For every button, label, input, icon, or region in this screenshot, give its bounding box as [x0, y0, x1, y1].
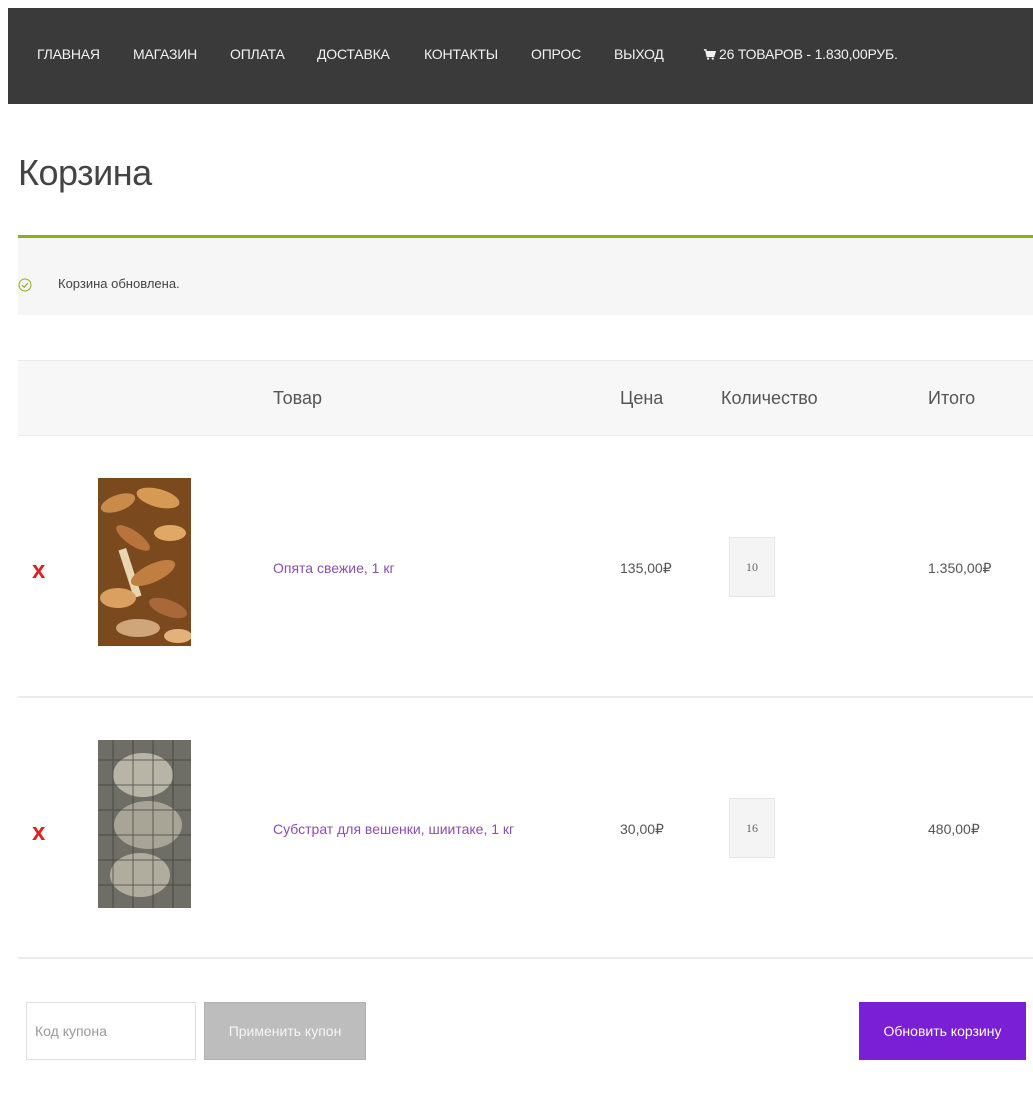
product-price: 30,00₽ [620, 821, 664, 837]
header-total: Итого [928, 388, 976, 408]
cart-icon [703, 48, 716, 60]
nav-item-shop[interactable]: МАГАЗИН [133, 46, 197, 62]
line-total: 480,00₽ [928, 821, 980, 837]
product-name-link[interactable]: Субстрат для вешенки, шиитаке, 1 кг [273, 821, 514, 837]
quantity-input[interactable]: 16 [729, 798, 775, 858]
update-cart-button[interactable]: Обновить корзину [859, 1002, 1026, 1060]
nav-item-delivery[interactable]: ДОСТАВКА [317, 46, 390, 62]
notice-text: Корзина обновлена. [58, 276, 180, 291]
page-title: Корзина [18, 152, 152, 193]
nav-item-contacts[interactable]: КОНТАКТЫ [424, 46, 498, 62]
header-price: Цена [620, 388, 664, 408]
cart-summary: 26 ТОВАРОВ - 1.830,00РУБ. [719, 46, 898, 62]
remove-item-button[interactable]: x [32, 559, 45, 583]
cart-row: x Субстрат для вешенки, шиитаке, 1 кг 30… [18, 698, 1033, 956]
top-nav: ГЛАВНАЯ МАГАЗИН ОПЛАТА ДОСТАВКА КОНТАКТЫ… [8, 8, 1033, 104]
row-divider [18, 957, 1033, 959]
nav-item-home[interactable]: ГЛАВНАЯ [37, 46, 100, 62]
product-name-link[interactable]: Опята свежие, 1 кг [273, 560, 395, 576]
quantity-input[interactable]: 10 [729, 537, 775, 597]
nav-item-logout[interactable]: ВЫХОД [614, 46, 664, 62]
cart-row: x Опята свежие, 1 кг 135,00₽ 10 1.350,00… [18, 437, 1033, 695]
product-image-substrate [98, 740, 191, 908]
remove-item-button[interactable]: x [32, 821, 45, 845]
product-price: 135,00₽ [620, 560, 672, 576]
nav-cart-link[interactable]: 26 ТОВАРОВ - 1.830,00РУБ. [703, 46, 898, 62]
header-quantity: Количество [721, 388, 818, 408]
product-image-mushrooms [98, 478, 191, 646]
coupon-code-input[interactable] [26, 1002, 196, 1060]
line-total: 1.350,00₽ [928, 560, 992, 576]
apply-coupon-button[interactable]: Применить купон [204, 1002, 366, 1060]
cart-updated-notice: Корзина обновлена. [18, 235, 1033, 315]
nav-item-survey[interactable]: ОПРОС [531, 46, 581, 62]
header-product: Товар [273, 388, 322, 408]
check-circle-icon [18, 278, 32, 292]
nav-item-payment[interactable]: ОПЛАТА [230, 46, 285, 62]
cart-table-header: Товар Цена Количество Итого [18, 360, 1033, 436]
